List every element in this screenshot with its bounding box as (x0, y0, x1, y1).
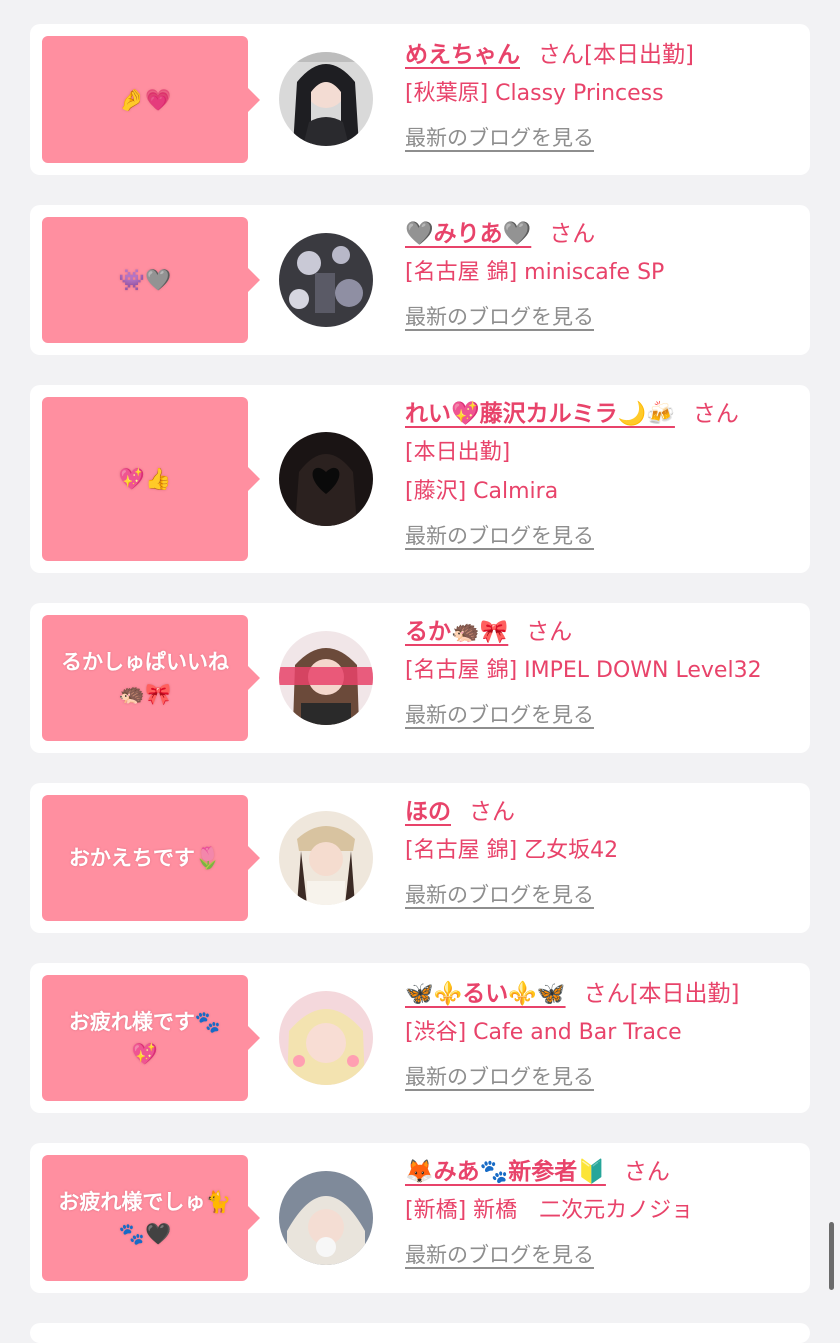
avatar[interactable] (279, 233, 373, 327)
honorific: さん (692, 401, 739, 427)
girl-name-link[interactable]: るか🦔🎀 (405, 619, 508, 645)
avatar[interactable] (279, 432, 373, 526)
avatar[interactable] (279, 811, 373, 905)
message-bubble: 👾🩶 (42, 217, 260, 343)
girl-name-link[interactable]: めえちゃん (405, 42, 520, 68)
list-item: 💖👍 れい💖藤沢カルミラ🌙🍻 さん [本日出勤] [藤沢] Calmira 最新の… (30, 385, 810, 573)
message-bubble: お疲れ様です🐾 💖 (42, 975, 260, 1101)
card-info: 🦋⚜️るい⚜️🦋 さん[本日出勤] [渋谷] Cafe and Bar Trace… (405, 975, 800, 1096)
honorific: さん (469, 799, 515, 825)
card-info: ほの さん [名古屋 錦] 乙女坂42 最新のブログを見る (405, 793, 800, 914)
card-info: めえちゃん さん[本日出勤] [秋葉原] Classy Princess 最新のブ… (405, 36, 800, 157)
blog-link[interactable]: 最新のブログを見る (405, 1058, 594, 1096)
honorific: さん (583, 981, 630, 1007)
shop-line: [新橋] 新橋 二次元カノジョ (405, 1198, 694, 1223)
blog-link[interactable]: 最新のブログを見る (405, 119, 594, 157)
message-bubble: るかしゅぱいいね 🦔🎀 (42, 615, 260, 741)
honorific: さん (623, 1159, 670, 1185)
list-item: 👾🩶 🩶みりあ🩶 さん [名古屋 錦] miniscafe SP 最新のブログを見… (30, 205, 810, 355)
message-bubble: 🤌💗 (42, 36, 260, 163)
girl-name-link[interactable]: 🩶みりあ🩶 (405, 221, 531, 247)
avatar[interactable] (279, 991, 373, 1085)
shop-line: [秋葉原] Classy Princess (405, 81, 664, 106)
list-item: るかしゅぱいいね 🦔🎀 るか🦔🎀 さん [名古屋 錦] IMPEL DOWN Le… (30, 603, 810, 753)
girl-name-link[interactable]: 🦋⚜️るい⚜️🦋 (405, 981, 566, 1007)
scrollbar[interactable] (829, 1222, 834, 1290)
card-info: るか🦔🎀 さん [名古屋 錦] IMPEL DOWN Level32 最新のブログ… (405, 613, 800, 734)
avatar[interactable] (279, 52, 373, 146)
avatar[interactable] (279, 1171, 373, 1265)
blog-link[interactable]: 最新のブログを見る (405, 298, 594, 336)
shop-line: [名古屋 錦] 乙女坂42 (405, 838, 619, 863)
list-item (30, 1323, 810, 1343)
message-bubble: おかえちです🌷 (42, 795, 260, 921)
message-bubble: お疲れ様でしゅ🐈 🐾🖤 (42, 1155, 260, 1281)
shop-line: [藤沢] Calmira (405, 479, 559, 504)
honorific: さん (549, 221, 596, 247)
today-badge: [本日出勤] (584, 42, 694, 68)
blog-link[interactable]: 最新のブログを見る (405, 1236, 594, 1274)
blog-link[interactable]: 最新のブログを見る (405, 876, 594, 914)
card-info: 🦊みあ🐾新参者🔰 さん [新橋] 新橋 二次元カノジョ 最新のブログを見る (405, 1153, 800, 1274)
girl-name-link[interactable]: ほの (405, 799, 451, 825)
list-item: 🤌💗 めえちゃん さん[本日出勤] [秋葉原] Classy Princess 最… (30, 24, 810, 175)
message-bubble: 💖👍 (42, 397, 260, 561)
honorific: さん (526, 619, 573, 645)
list-item: お疲れ様です🐾 💖 🦋⚜️るい⚜️🦋 さん[本日出勤] [渋谷] Cafe and… (30, 963, 810, 1113)
shop-line: [渋谷] Cafe and Bar Trace (405, 1020, 682, 1045)
blog-link[interactable]: 最新のブログを見る (405, 696, 594, 734)
card-info: 🩶みりあ🩶 さん [名古屋 錦] miniscafe SP 最新のブログを見る (405, 215, 800, 336)
honorific: さん (538, 42, 584, 68)
shop-line: [名古屋 錦] miniscafe SP (405, 260, 665, 285)
girl-name-link[interactable]: れい💖藤沢カルミラ🌙🍻 (405, 401, 675, 427)
card-info: れい💖藤沢カルミラ🌙🍻 さん [本日出勤] [藤沢] Calmira 最新のブログ… (405, 395, 800, 555)
avatar[interactable] (279, 631, 373, 725)
list-item: お疲れ様でしゅ🐈 🐾🖤 🦊みあ🐾新参者🔰 さん [新橋] 新橋 二次元カノジョ 最… (30, 1143, 810, 1293)
blog-link[interactable]: 最新のブログを見る (405, 517, 594, 555)
girl-name-link[interactable]: 🦊みあ🐾新参者🔰 (405, 1159, 606, 1185)
shop-line: [名古屋 錦] IMPEL DOWN Level32 (405, 658, 762, 683)
list-item: おかえちです🌷 ほの さん [名古屋 錦] 乙女坂42 最新のブログを見る (30, 783, 810, 933)
today-line: [本日出勤] (405, 440, 511, 465)
today-badge: [本日出勤] (629, 981, 740, 1007)
